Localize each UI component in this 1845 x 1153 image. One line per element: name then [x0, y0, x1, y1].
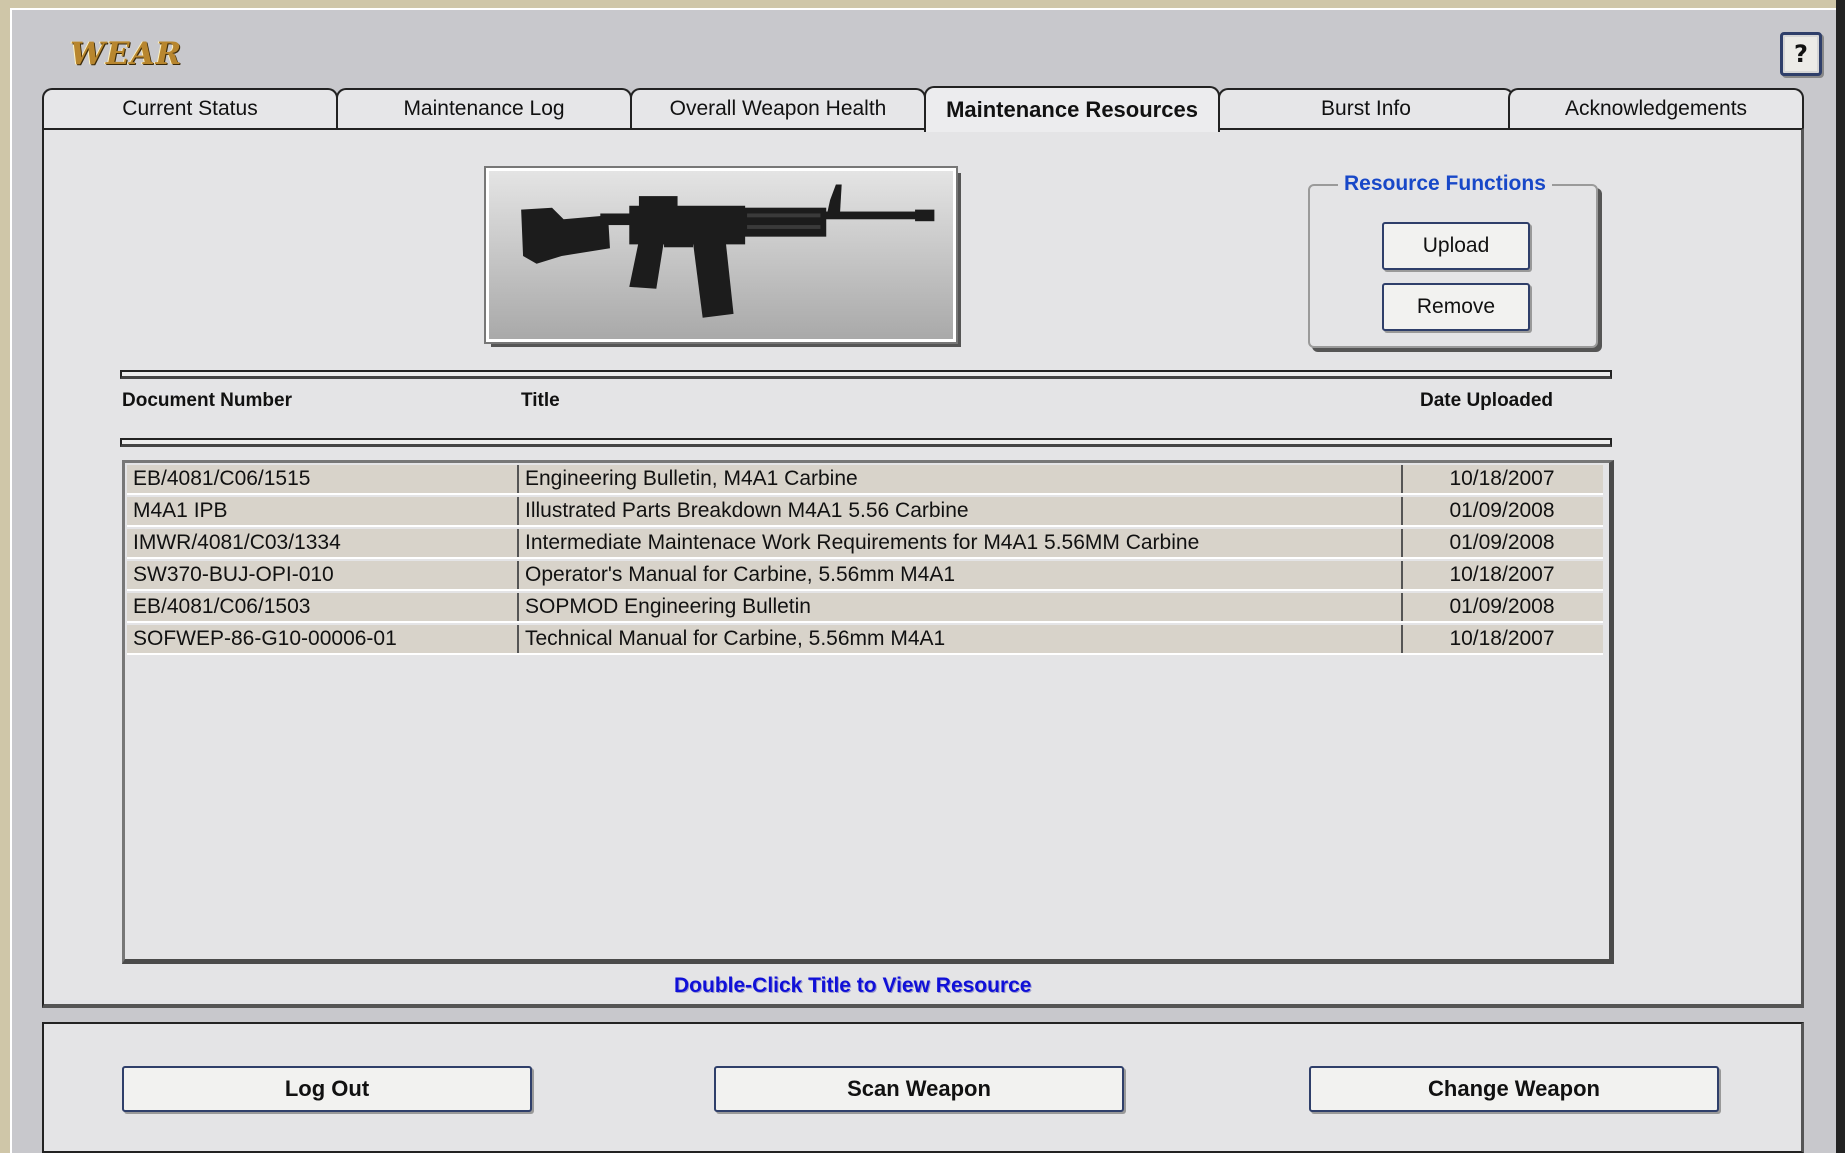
document-number-cell: IMWR/4081/C03/1334: [127, 529, 519, 557]
date-cell: 10/18/2007: [1449, 563, 1555, 586]
maintenance-resources-panel: Resource Functions Upload Remove Documen…: [42, 128, 1804, 1008]
remove-button[interactable]: Remove: [1382, 283, 1530, 331]
resource-functions-title: Resource Functions: [1338, 172, 1552, 196]
scan-weapon-button[interactable]: Scan Weapon: [714, 1066, 1124, 1112]
date-cell: 10/18/2007: [1449, 467, 1555, 490]
upload-button[interactable]: Upload: [1382, 222, 1530, 270]
header-separator-top: [120, 370, 1612, 379]
title-cell[interactable]: Operator's Manual for Carbine, 5.56mm M4…: [519, 561, 1403, 589]
weapon-image: [484, 166, 958, 344]
date-cell: 01/09/2008: [1449, 499, 1555, 522]
resource-list[interactable]: EB/4081/C06/1515 Engineering Bulletin, M…: [122, 460, 1614, 964]
view-resource-hint: Double-Click Title to View Resource: [674, 974, 1032, 997]
column-header-document-number: Document Number: [122, 390, 292, 411]
document-number-cell: EB/4081/C06/1503: [127, 593, 519, 621]
footer-panel: Log Out Scan Weapon Change Weapon: [42, 1022, 1804, 1153]
column-header-date-uploaded: Date Uploaded: [1420, 390, 1554, 411]
table-row[interactable]: IMWR/4081/C03/1334 Intermediate Maintena…: [127, 529, 1603, 559]
table-row[interactable]: SOFWEP-86-G10-00006-01 Technical Manual …: [127, 625, 1603, 655]
table-row[interactable]: EB/4081/C06/1515 Engineering Bulletin, M…: [127, 465, 1603, 495]
table-row[interactable]: SW370-BUJ-OPI-010 Operator's Manual for …: [127, 561, 1603, 591]
table-row[interactable]: EB/4081/C06/1503 SOPMOD Engineering Bull…: [127, 593, 1603, 623]
tab-maintenance-resources[interactable]: Maintenance Resources: [924, 86, 1220, 132]
column-header-title: Title: [521, 390, 560, 411]
date-cell: 10/18/2007: [1449, 627, 1555, 650]
tab-overall-weapon-health[interactable]: Overall Weapon Health: [630, 88, 926, 128]
tab-acknowledgements[interactable]: Acknowledgements: [1508, 88, 1804, 128]
title-cell[interactable]: SOPMOD Engineering Bulletin: [519, 593, 1403, 621]
document-number-cell: EB/4081/C06/1515: [127, 465, 519, 493]
header-separator-bottom: [120, 438, 1612, 447]
tab-current-status[interactable]: Current Status: [42, 88, 338, 128]
title-cell[interactable]: Engineering Bulletin, M4A1 Carbine: [519, 465, 1403, 493]
table-row[interactable]: M4A1 IPB Illustrated Parts Breakdown M4A…: [127, 497, 1603, 527]
resource-functions-group: Resource Functions Upload Remove: [1308, 172, 1598, 348]
document-number-cell: SOFWEP-86-G10-00006-01: [127, 625, 519, 653]
document-number-cell: M4A1 IPB: [127, 497, 519, 525]
document-number-cell: SW370-BUJ-OPI-010: [127, 561, 519, 589]
rifle-icon: [521, 184, 935, 318]
log-out-button[interactable]: Log Out: [122, 1066, 532, 1112]
tab-burst-info[interactable]: Burst Info: [1218, 88, 1514, 128]
app-title: WEAR: [70, 36, 183, 72]
title-cell[interactable]: Illustrated Parts Breakdown M4A1 5.56 Ca…: [519, 497, 1403, 525]
title-cell[interactable]: Technical Manual for Carbine, 5.56mm M4A…: [519, 625, 1403, 653]
date-cell: 01/09/2008: [1449, 595, 1555, 618]
window-edge: [1836, 0, 1845, 1153]
change-weapon-button[interactable]: Change Weapon: [1309, 1066, 1719, 1112]
tab-bar: Current Status Maintenance Log Overall W…: [42, 86, 1804, 132]
title-cell[interactable]: Intermediate Maintenace Work Requirement…: [519, 529, 1403, 557]
date-cell: 01/09/2008: [1449, 531, 1555, 554]
tab-maintenance-log[interactable]: Maintenance Log: [336, 88, 632, 128]
help-button[interactable]: ?: [1780, 32, 1822, 76]
